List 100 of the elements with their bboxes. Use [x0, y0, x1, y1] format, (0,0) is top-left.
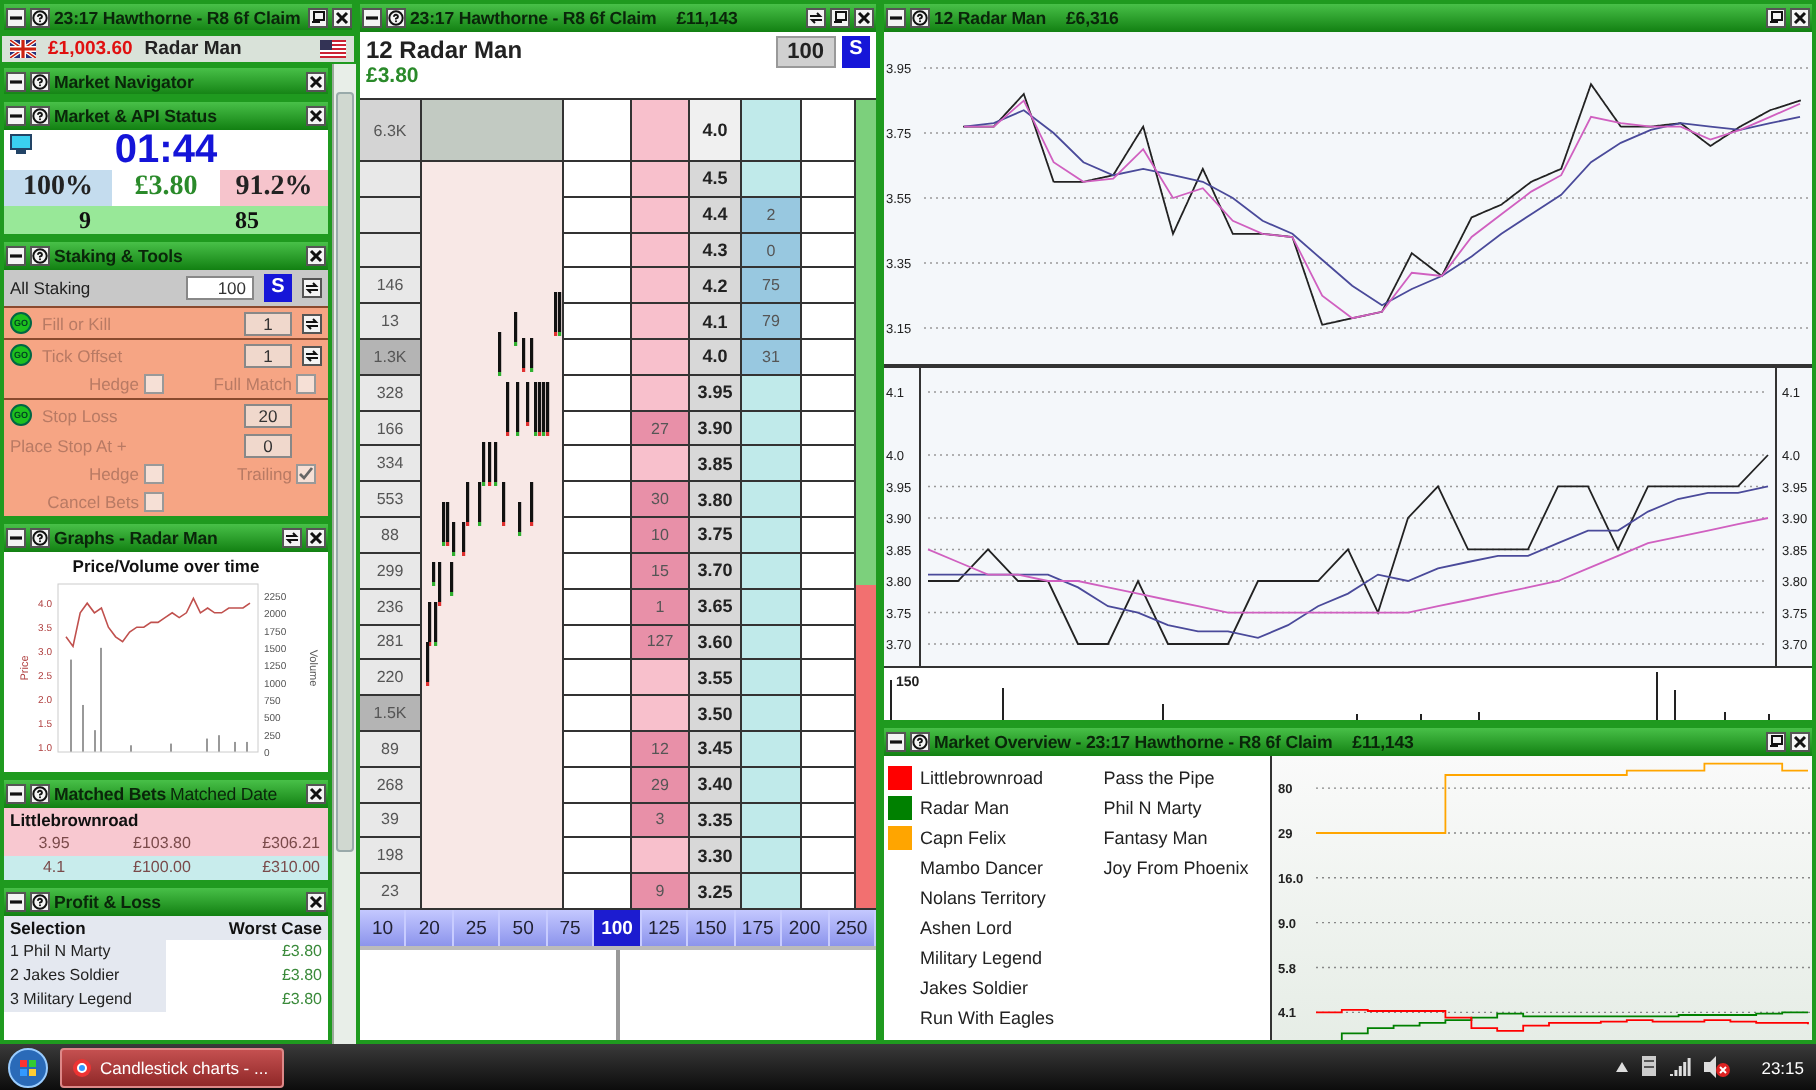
volume-cell: 220 [360, 660, 420, 695]
volume-cell: 299 [360, 553, 420, 588]
lay-cell[interactable]: 2 [742, 197, 800, 232]
lay-cell[interactable]: 75 [742, 268, 800, 303]
lay-cell[interactable]: 0 [742, 233, 800, 267]
taskbar-button-label: Candlestick charts - ... [100, 1057, 269, 1077]
panel-title: 23:17 Hawthorne - R8 6f Claim [410, 8, 657, 28]
lay-cell[interactable]: 31 [742, 340, 800, 374]
bet-stake: £100.00 [131, 856, 193, 880]
stake-button[interactable]: 75 [547, 910, 595, 946]
selection-name: Radar Man [144, 38, 242, 60]
runner-name[interactable]: Jakes Soldier [920, 977, 1029, 997]
taskbar-button[interactable]: Candlestick charts - ... [60, 1047, 284, 1087]
volume-cell: 236 [360, 589, 420, 624]
checkbox-label: Hedge [88, 374, 139, 394]
price-cell[interactable]: 3.25 [690, 874, 740, 908]
price-cell[interactable]: 3.65 [690, 589, 740, 624]
stake-button[interactable]: 125 [641, 910, 689, 946]
price-cell[interactable]: 3.45 [690, 731, 740, 766]
price-cell[interactable]: 3.85 [690, 446, 740, 481]
price-cell[interactable]: 3.75 [690, 518, 740, 552]
price-cell[interactable]: 3.70 [690, 553, 740, 588]
price-cell[interactable]: 4.0 [690, 340, 740, 374]
panel-title: Market Overview - 23:17 Hawthorne - R8 6f Claim [934, 732, 1333, 752]
price-cell[interactable]: 3.30 [690, 838, 740, 873]
runner-name[interactable]: Littlebrownroad [920, 767, 1044, 787]
stake-button[interactable]: 200 [782, 910, 830, 946]
runner-name[interactable]: Pass the Pipe [1103, 767, 1215, 787]
volume-cell: 334 [360, 446, 420, 481]
checkbox-label: Cancel Bets [47, 492, 139, 512]
runner-name[interactable]: Radar Man [920, 797, 1010, 817]
tool-label: Tick Offset [42, 345, 123, 365]
runner-name[interactable]: Ashen Lord [920, 917, 1013, 937]
panel-title: 23:17 Hawthorne - R8 6f Claim [54, 8, 301, 28]
staking-label: All Staking [10, 278, 91, 298]
runner-name[interactable]: Nolans Territory [920, 887, 1046, 907]
tool-label: Fill or Kill [42, 313, 111, 333]
stake-button[interactable]: 50 [500, 910, 548, 946]
account-balance: £1,003.60 [48, 38, 133, 60]
stake-mode-button[interactable]: S [264, 274, 292, 302]
price-cell[interactable]: 3.60 [690, 625, 740, 659]
volume-cell: 553 [360, 482, 420, 517]
bet-odds: 3.95 [36, 832, 72, 856]
stake-mode-button[interactable]: S [842, 36, 870, 68]
clock[interactable]: 23:15 [1761, 1057, 1804, 1077]
volume-cell: 39 [360, 803, 420, 837]
price-cell[interactable]: 4.0 [690, 100, 740, 160]
stake-button[interactable]: 25 [453, 910, 501, 946]
stake-button[interactable]: 10 [360, 910, 407, 946]
runner-name[interactable]: Capn Felix [920, 827, 1007, 847]
price-cell[interactable]: 4.1 [690, 304, 740, 339]
stake-field[interactable]: 100 [186, 276, 254, 300]
panel-subtitle: Matched Date [170, 784, 278, 804]
price-cell[interactable]: 4.5 [690, 162, 740, 196]
back-percentage: 100% [4, 170, 112, 206]
price-cell[interactable]: 4.4 [690, 197, 740, 232]
column-header: Selection [8, 916, 88, 940]
panel-title: Market Navigator [54, 72, 194, 92]
volume-cell: 88 [360, 518, 420, 552]
runner-name[interactable]: Joy From Phoenix [1103, 857, 1249, 877]
stake-button[interactable]: 150 [688, 910, 736, 946]
stake-button[interactable]: 250 [829, 910, 876, 946]
table-cell-text: 3 Military Legend [8, 988, 134, 1012]
runner-name[interactable]: Phil N Marty [1103, 797, 1202, 817]
panel-title: Graphs - Radar Man [54, 528, 218, 548]
runner-name[interactable]: Military Legend [920, 947, 1043, 967]
runner-name[interactable]: Fantasy Man [1103, 827, 1208, 847]
stake-value[interactable]: 100 [775, 36, 836, 68]
price-cell[interactable]: 3.55 [690, 660, 740, 695]
stake-button[interactable]: 20 [406, 910, 454, 946]
lay-cell[interactable]: 79 [742, 304, 800, 339]
panel-title: Matched Bets [54, 784, 166, 804]
price-cell[interactable]: 3.80 [690, 482, 740, 517]
volume-cell: 1.5K [360, 696, 420, 730]
price-cell[interactable]: 4.3 [690, 233, 740, 267]
volume-cell: 89 [360, 731, 420, 766]
bet-stake: £103.80 [131, 832, 193, 856]
volume-cell: 268 [360, 767, 420, 802]
volume-cell: 281 [360, 625, 420, 659]
table-cell: £3.80 [166, 988, 328, 1012]
market-amount: £6,316 [1066, 8, 1119, 28]
price-cell[interactable]: 3.95 [690, 375, 740, 410]
table-cell-text: 2 Jakes Soldier [8, 964, 122, 988]
panel-title: Staking & Tools [54, 246, 183, 266]
volume-cell: 13 [360, 304, 420, 339]
table-cell: £3.80 [166, 940, 328, 964]
stake-button[interactable]: 100 [594, 910, 642, 946]
price-cell[interactable]: 3.35 [690, 803, 740, 837]
chart-title: Price/Volume over time [72, 556, 260, 576]
tool-label: Place Stop At + [10, 435, 127, 455]
runner-name[interactable]: Mambo Dancer [920, 857, 1044, 877]
bet-payout: £306.21 [260, 832, 322, 856]
stake-button[interactable]: 175 [735, 910, 783, 946]
volume-cell: 166 [360, 411, 420, 445]
price-cell[interactable]: 3.90 [690, 411, 740, 445]
price-cell[interactable]: 4.2 [690, 268, 740, 303]
price-cell[interactable]: 3.50 [690, 696, 740, 730]
runner-name[interactable]: Run With Eagles [920, 1007, 1055, 1027]
price-cell[interactable]: 3.40 [690, 767, 740, 802]
tool-label: Stop Loss [42, 405, 118, 425]
